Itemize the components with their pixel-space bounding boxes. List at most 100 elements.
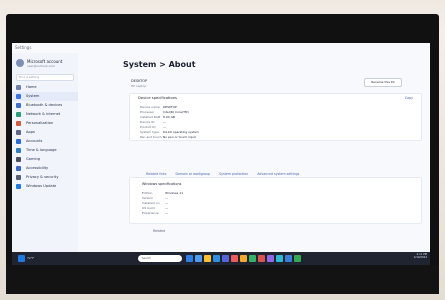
- sidebar: Microsoft account user@outlook.com Find …: [12, 53, 78, 252]
- spec-value: 64-bit operating system: [162, 130, 200, 134]
- rename-button[interactable]: Rename this PC: [364, 78, 402, 87]
- app-icon-5[interactable]: [258, 255, 265, 262]
- sidebar-item-label: Home: [26, 85, 37, 89]
- sidebar-item-label: Accessibility: [26, 166, 49, 170]
- win-spec-value: —: [164, 201, 168, 205]
- spec-row: Pen and touch No pen or touch input: [140, 135, 196, 139]
- app-icon-8[interactable]: [285, 255, 292, 262]
- win-spec-key: Version: [142, 196, 154, 200]
- taskbar: 72°F Search 2:11 PM 1/10/2024: [12, 252, 430, 265]
- win-spec-value: —: [164, 206, 168, 210]
- sidebar-item-system[interactable]: System: [12, 92, 78, 101]
- system-clock[interactable]: 2:11 PM 1/10/2024: [403, 253, 427, 259]
- win-spec-key: OS build: [142, 206, 155, 210]
- related-links-label: Related links: [146, 172, 167, 176]
- spec-key: Pen and touch: [140, 135, 162, 139]
- sidebar-item-label: Bluetooth & devices: [26, 103, 63, 107]
- avatar[interactable]: [16, 59, 24, 67]
- related-settings-label: Related: [153, 229, 166, 233]
- spec-row: Processor Intel(R) Core(TM): [140, 110, 189, 114]
- win-spec-row: Version —: [142, 196, 168, 200]
- app-icon-4[interactable]: [249, 255, 256, 262]
- sidebar-item-label: Gaming: [26, 157, 41, 161]
- win-spec-value: —: [164, 196, 168, 200]
- windows-update-icon: [16, 184, 21, 189]
- accessibility-icon: [16, 166, 21, 171]
- win-spec-key: Edition: [142, 191, 153, 195]
- sidebar-item-apps[interactable]: Apps: [12, 128, 78, 137]
- spec-key: Installed RAM: [140, 115, 161, 119]
- win-spec-row: Experience —: [142, 211, 168, 215]
- win-spec-key: Experience: [142, 211, 159, 215]
- edge-icon[interactable]: [195, 255, 202, 262]
- spec-value: No pen or touch input: [162, 135, 196, 139]
- search-input[interactable]: Find a setting: [16, 74, 74, 81]
- spec-key: Device ID: [140, 120, 155, 124]
- spec-row: Device name DESKTOP: [140, 105, 177, 109]
- sidebar-item-gaming[interactable]: Gaming: [12, 155, 78, 164]
- win-spec-value: Windows 11: [164, 191, 184, 195]
- sidebar-item-bluetooth[interactable]: Bluetooth & devices: [12, 101, 78, 110]
- task-view-icon[interactable]: [186, 255, 193, 262]
- spec-value: —: [162, 125, 166, 129]
- file-explorer-icon[interactable]: [204, 255, 211, 262]
- sidebar-item-label: Apps: [26, 130, 35, 134]
- device-specs-title: Device specifications: [138, 96, 177, 100]
- system-protection-link[interactable]: System protection: [219, 172, 248, 176]
- windows-start-icon[interactable]: [18, 255, 25, 262]
- window-title: Settings: [15, 45, 32, 50]
- privacy-icon: [16, 175, 21, 180]
- spec-key: Processor: [140, 110, 155, 114]
- sidebar-item-accounts[interactable]: Accounts: [12, 137, 78, 146]
- sidebar-item-label: Personalization: [26, 121, 54, 125]
- app-icon-2[interactable]: [231, 255, 238, 262]
- sidebar-item-privacy[interactable]: Privacy & security: [12, 173, 78, 182]
- sidebar-item-time-language[interactable]: Time & language: [12, 146, 78, 155]
- sidebar-item-personalization[interactable]: Personalization: [12, 119, 78, 128]
- weather-widget[interactable]: 72°F: [27, 254, 34, 263]
- sidebar-item-network[interactable]: Network & internet: [12, 110, 78, 119]
- win-spec-row: Installed on —: [142, 201, 168, 205]
- nav-list: Home System Bluetooth & devices Network …: [12, 83, 78, 191]
- time-language-icon: [16, 148, 21, 153]
- bluetooth-icon: [16, 103, 21, 108]
- win-spec-row: Edition Windows 11: [142, 191, 183, 195]
- app-icon-1[interactable]: [222, 255, 229, 262]
- related-links-row: Related links Domain or workgroup System…: [146, 172, 307, 176]
- spec-key: System type: [140, 130, 159, 134]
- windows-specs-card: Windows specifications Edition Windows 1…: [129, 177, 422, 224]
- app-icon-3[interactable]: [240, 255, 247, 262]
- app-icon-6[interactable]: [267, 255, 274, 262]
- sidebar-item-home[interactable]: Home: [12, 83, 78, 92]
- spec-key: Device name: [140, 105, 160, 109]
- home-icon: [16, 85, 21, 90]
- store-icon[interactable]: [213, 255, 220, 262]
- win-spec-row: OS build —: [142, 206, 168, 210]
- sidebar-item-label: System: [26, 94, 40, 98]
- taskbar-search[interactable]: Search: [138, 255, 182, 262]
- page-title: System > About: [123, 60, 196, 69]
- date-text: 1/10/2024: [413, 256, 427, 259]
- spec-row: Installed RAM 8.00 GB: [140, 115, 175, 119]
- settings-window: Settings Microsoft account user@outlook.…: [12, 43, 430, 252]
- taskbar-search-label: Search: [142, 257, 151, 260]
- win-spec-key: Installed on: [142, 201, 160, 205]
- device-specs-card: Device specifications Copy Device name D…: [129, 93, 422, 141]
- spec-value: 8.00 GB: [162, 115, 175, 119]
- app-icon-7[interactable]: [276, 255, 283, 262]
- sidebar-item-label: Privacy & security: [26, 175, 59, 179]
- windows-specs-title: Windows specifications: [142, 182, 182, 186]
- spec-row: System type 64-bit operating system: [140, 130, 199, 134]
- advanced-settings-link[interactable]: Advanced system settings: [257, 172, 299, 176]
- sidebar-item-label: Accounts: [26, 139, 43, 143]
- search-placeholder: Find a setting: [19, 75, 40, 79]
- domain-link[interactable]: Domain or workgroup: [175, 172, 210, 176]
- monitor-bottom-bezel: [6, 265, 439, 294]
- win-spec-value: —: [164, 211, 168, 215]
- network-icon: [16, 112, 21, 117]
- spec-value: DESKTOP: [162, 105, 177, 109]
- app-icon-9[interactable]: [294, 255, 301, 262]
- copy-button[interactable]: Copy: [405, 96, 413, 100]
- sidebar-item-windows-update[interactable]: Windows Update: [12, 182, 78, 191]
- sidebar-item-accessibility[interactable]: Accessibility: [12, 164, 78, 173]
